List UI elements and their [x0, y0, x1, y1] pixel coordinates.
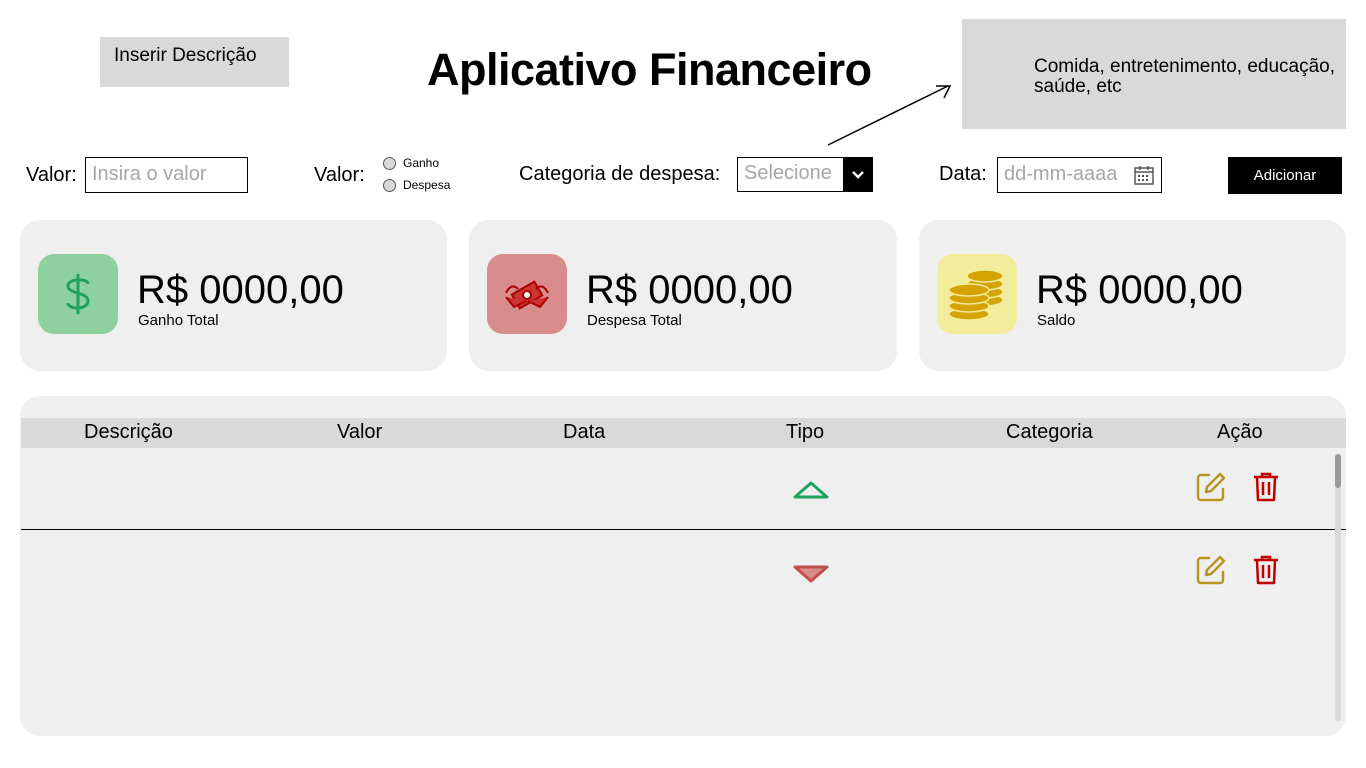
balance-label: Saldo [1037, 312, 1076, 329]
finance-app: Inserir Descrição Aplicativo Financeiro … [0, 0, 1366, 768]
add-button[interactable]: Adicionar [1228, 157, 1342, 194]
edit-icon[interactable] [1195, 471, 1227, 503]
coins-icon [937, 254, 1017, 334]
income-card: R$ 0000,00 Ganho Total [20, 220, 447, 371]
radio-despesa-circle[interactable] [383, 178, 396, 192]
arrow-icon [827, 85, 952, 146]
up-arrow-icon [793, 481, 829, 499]
expense-card: R$ 0000,00 Despesa Total [469, 220, 897, 371]
page-title: Aplicativo Financeiro [427, 44, 872, 95]
dollar-icon [38, 254, 118, 334]
radio-ganho-label: Ganho [403, 156, 440, 170]
column-header-categoria: Categoria [1006, 421, 1093, 443]
column-header-data: Data [563, 421, 606, 443]
category-select-placeholder: Selecione [744, 162, 832, 184]
type-label: Valor: [314, 164, 365, 186]
column-header-valor: Valor [337, 421, 383, 443]
trash-icon[interactable] [1252, 554, 1280, 586]
date-label: Data: [939, 163, 987, 185]
description-note: Inserir Descrição [100, 37, 289, 87]
radio-despesa-label: Despesa [403, 178, 451, 192]
description-note-text: Inserir Descrição [114, 45, 257, 66]
column-header-acao: Ação [1217, 421, 1263, 443]
table-header: Descrição Valor Data Tipo Categoria Ação [21, 418, 1346, 448]
money-flying-icon [487, 254, 567, 334]
row-divider [21, 529, 1346, 530]
column-header-tipo: Tipo [786, 421, 825, 443]
income-total-label: Ganho Total [138, 312, 219, 329]
balance-value: R$ 0000,00 [1036, 268, 1243, 312]
scrollbar-track[interactable] [1335, 454, 1341, 721]
expense-total-label: Despesa Total [587, 312, 682, 329]
category-select[interactable]: Selecione [737, 157, 873, 192]
edit-icon[interactable] [1195, 554, 1227, 586]
category-note: Comida, entretenimento, educação, saúde,… [962, 19, 1346, 129]
date-input[interactable]: dd-mm-aaaa [997, 157, 1162, 193]
income-total-value: R$ 0000,00 [137, 268, 344, 312]
category-note-text: Comida, entretenimento, educação, saúde,… [1034, 56, 1336, 97]
down-arrow-icon [793, 565, 829, 583]
date-input-placeholder: dd-mm-aaaa [1004, 163, 1118, 185]
value-input-placeholder: Insira o valor [92, 163, 207, 185]
expense-total-value: R$ 0000,00 [586, 268, 793, 312]
transactions-table: Descrição Valor Data Tipo Categoria Ação [20, 396, 1346, 736]
column-header-descricao: Descrição [84, 421, 173, 443]
value-label: Valor: [26, 164, 77, 186]
chevron-down-icon[interactable] [843, 158, 872, 191]
balance-card: R$ 0000,00 Saldo [919, 220, 1346, 371]
scrollbar-thumb[interactable] [1335, 454, 1341, 488]
calendar-icon[interactable] [1133, 164, 1155, 186]
radio-despesa[interactable]: Despesa [383, 178, 450, 192]
value-input[interactable]: Insira o valor [85, 157, 248, 193]
category-label: Categoria de despesa: [519, 163, 721, 185]
radio-ganho[interactable]: Ganho [383, 156, 439, 170]
radio-ganho-circle[interactable] [383, 156, 396, 170]
trash-icon[interactable] [1252, 471, 1280, 503]
